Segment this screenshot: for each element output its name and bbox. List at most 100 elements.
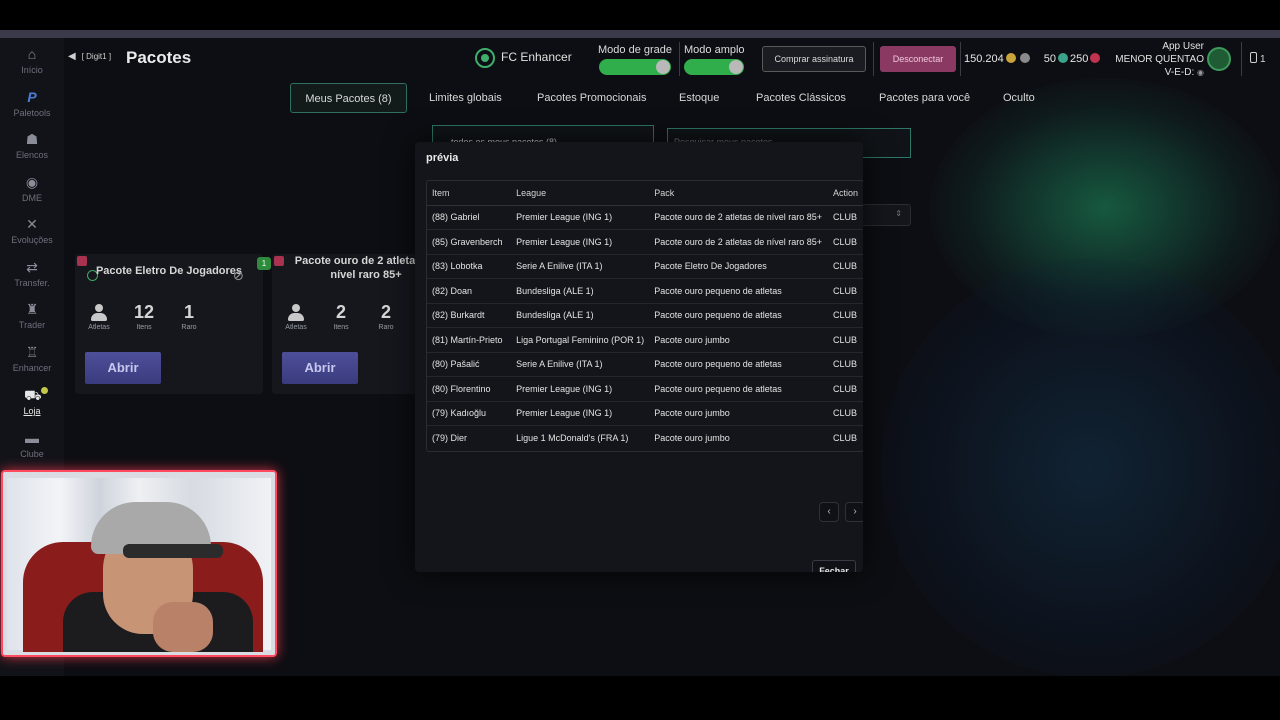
coins-value: 150.204 — [964, 53, 1004, 65]
sidebar-item-squads[interactable]: ☗ Elencos — [0, 131, 64, 171]
stat-value: 12 — [133, 302, 155, 322]
grid-mode-toggle[interactable] — [599, 59, 671, 75]
sidebar-item-paletools[interactable]: P Paletools — [0, 89, 64, 129]
tab-packs-for-you[interactable]: Pacotes para você — [879, 83, 970, 113]
tab-hidden[interactable]: Oculto — [1003, 83, 1035, 113]
sidebar-item-label: Transfer. — [14, 278, 50, 288]
table-row: (83) Lobotka Serie A Enilive (ITA 1) Pac… — [427, 255, 863, 279]
cell-league: Ligue 1 McDonald's (FRA 1) — [516, 433, 629, 444]
cell-item: (81) Martín-Prieto — [427, 328, 512, 353]
column-header-item: Item — [427, 181, 512, 206]
phone-icon — [1250, 52, 1257, 63]
coins-settings-icon — [1019, 53, 1030, 63]
hide-eye-icon[interactable]: ⊘ — [233, 268, 244, 284]
cell-action[interactable]: CLUB — [827, 279, 863, 304]
sidebar-item-transfer[interactable]: ⇄ Transfer. — [0, 259, 64, 299]
header-divider — [873, 42, 874, 76]
tab-promo-packs[interactable]: Pacotes Promocionais — [537, 83, 646, 113]
sidebar-item-label: Trader — [18, 320, 46, 330]
avatar[interactable] — [1207, 47, 1231, 71]
back-button[interactable]: ◀ [ Digit1 ] — [68, 51, 111, 62]
sidebar-item-dme[interactable]: ◉ DME — [0, 174, 64, 214]
table-row: (80) Florentino Premier League (ING 1) P… — [427, 377, 863, 402]
transfer-icon: ⇄ — [26, 259, 38, 275]
sidebar-item-club[interactable]: ▬ Clube — [0, 430, 64, 470]
person-icon — [90, 304, 108, 322]
modal-title: prévia — [426, 152, 459, 164]
tab-my-packs[interactable]: Meus Pacotes (8) — [290, 83, 407, 113]
wide-mode-group: Modo amplo — [684, 44, 745, 80]
tab-stock[interactable]: Estoque — [679, 83, 719, 113]
sidebar-item-label: DME — [22, 193, 42, 203]
stat-value: 2 — [380, 302, 391, 322]
tab-classic-packs[interactable]: Pacotes Clássicos — [756, 83, 846, 113]
cell-pack: Pacote ouro jumbo — [649, 402, 828, 426]
cell-item: (82) Burkardt — [427, 304, 512, 328]
pack-stat-items: 2 Itens — [321, 302, 361, 331]
subscribe-button[interactable]: Comprar assinatura — [762, 46, 866, 72]
sidebar-item-enhancer[interactable]: ♖ Enhancer — [0, 344, 64, 384]
cell-action[interactable]: CLUB — [827, 402, 863, 426]
stat-label: Itens — [333, 324, 349, 331]
table-row: (88) Gabriel Premier League (ING 1) Paco… — [427, 206, 863, 230]
pack-stat-items: 12 Itens — [124, 302, 164, 331]
shirt-icon: ♜ — [25, 301, 39, 317]
pack-stat-rare: 2 Raro — [366, 302, 406, 331]
cell-action[interactable]: CLUB — [827, 304, 863, 328]
next-page-button[interactable]: › — [845, 502, 863, 522]
user-role: App User — [1162, 41, 1204, 52]
pack-stat-athletes: Atletas — [276, 302, 316, 331]
cell-action[interactable]: CLUB — [827, 255, 863, 279]
notifications[interactable]: 1 — [1250, 52, 1266, 65]
back-label: [ Digit1 ] — [81, 52, 112, 61]
stat-label: Raro — [378, 324, 394, 331]
sidebar-item-evolutions[interactable]: ✕ Evoluções — [0, 216, 64, 256]
prev-page-button[interactable]: ‹ — [819, 502, 839, 522]
eye-icon: ◉ — [1197, 68, 1204, 77]
cell-pack: Pacote ouro pequeno de atletas — [649, 377, 828, 402]
sidebar-item-label: Clube — [20, 449, 44, 459]
user-record: V-E-D: — [1164, 67, 1195, 78]
cell-action[interactable]: CLUB — [827, 328, 863, 353]
webcam-hand — [153, 602, 213, 652]
wide-mode-toggle[interactable] — [684, 59, 745, 75]
cell-pack: Pacote ouro de 2 atletas de nível raro 8… — [649, 230, 828, 255]
header: ◀ [ Digit1 ] Pacotes FC Enhancer Modo de … — [64, 38, 1280, 80]
disconnect-button[interactable]: Desconectar — [880, 46, 956, 72]
video-bottom-letterbox — [0, 676, 1280, 720]
header-divider — [960, 42, 961, 76]
cell-action[interactable]: CLUB — [827, 353, 863, 377]
sidebar-item-trader[interactable]: ♜ Trader — [0, 301, 64, 341]
sidebar-item-store[interactable]: ⛟ Loja — [0, 387, 64, 427]
cart-icon: ⛟ — [24, 387, 42, 403]
pack-count-badge: 1 — [257, 257, 271, 270]
open-pack-button[interactable]: Abrir — [85, 352, 161, 384]
cell-action[interactable]: CLUB — [828, 426, 863, 451]
coin-icon — [1005, 53, 1016, 63]
cell-item: (79) Dier — [432, 433, 468, 444]
points-icon — [1058, 53, 1069, 63]
cell-item: (79) Kadıoğlu — [427, 402, 512, 426]
cell-action[interactable]: CLUB — [827, 206, 863, 230]
tab-global-limits[interactable]: Limites globais — [429, 83, 502, 113]
column-header-action: Action — [827, 181, 863, 206]
back-arrow-icon: ◀ — [68, 51, 76, 62]
open-pack-button[interactable]: Abrir — [282, 352, 358, 384]
cell-action[interactable]: CLUB — [827, 377, 863, 402]
club-icon: ▬ — [25, 430, 39, 446]
toggle-knob — [729, 60, 744, 74]
header-divider — [1241, 42, 1242, 76]
background-glow-blue — [880, 258, 1280, 676]
sidebar-item-home[interactable]: ⌂ Início — [0, 46, 64, 86]
person-icon — [287, 304, 305, 322]
cell-pack: Pacote ouro jumbo — [649, 328, 828, 353]
sidebar-item-label: Loja — [23, 406, 41, 416]
close-button[interactable]: Fechar — [812, 560, 856, 572]
cell-pack: Pacote Eletro De Jogadores — [649, 255, 828, 279]
pack-stat-athletes: Atletas — [79, 302, 119, 331]
stat-value: 2 — [335, 302, 346, 322]
header-divider — [679, 42, 680, 76]
table-row: (79) Kadıoğlu Premier League (ING 1) Pac… — [427, 402, 863, 426]
cell-action[interactable]: CLUB — [827, 230, 863, 255]
brand-name: FC Enhancer — [501, 50, 572, 65]
